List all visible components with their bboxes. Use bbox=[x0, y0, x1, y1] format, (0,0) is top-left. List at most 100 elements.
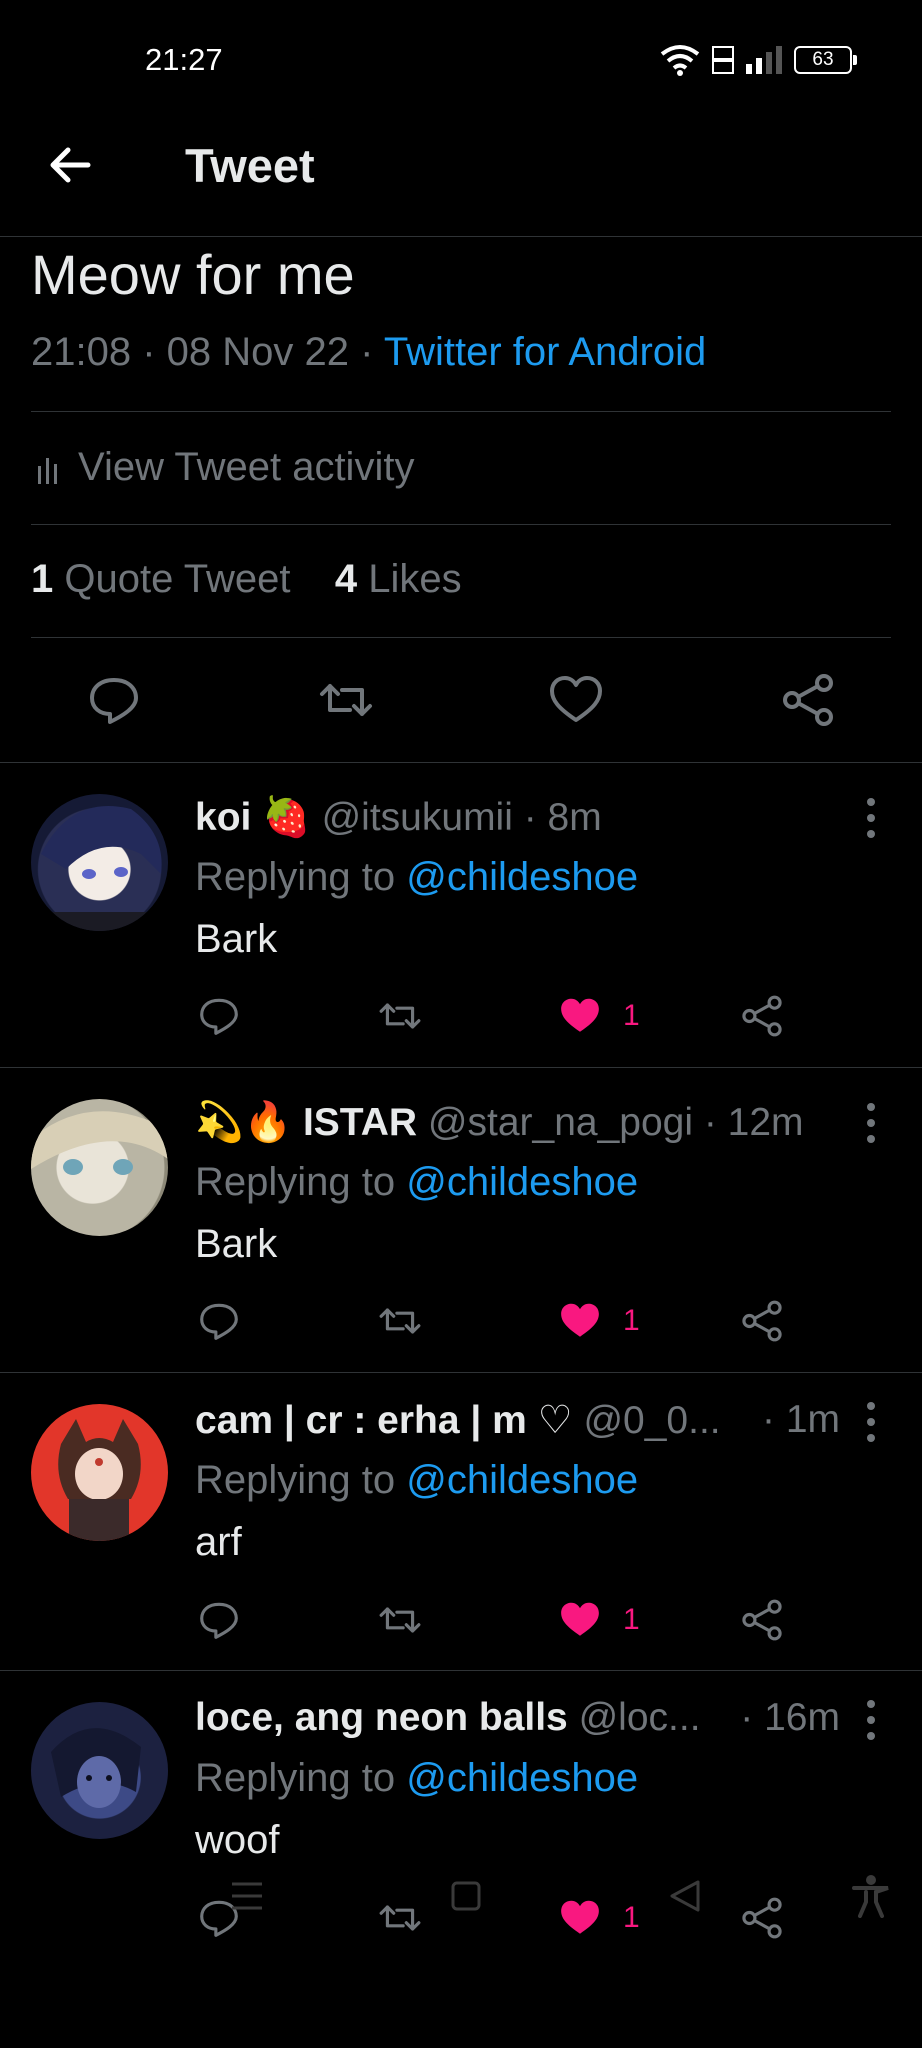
page-title: Tweet bbox=[185, 139, 315, 192]
reply-author: 💫🔥 ISTAR @star_na_pogi · 12m bbox=[195, 1099, 804, 1145]
battery-indicator: 63 bbox=[794, 46, 857, 74]
like-icon[interactable] bbox=[548, 672, 604, 728]
status-bar: 21:27 63 bbox=[0, 0, 922, 120]
user-handle[interactable]: @loc... bbox=[579, 1696, 701, 1739]
status-time: 21:27 bbox=[145, 42, 223, 77]
reply-icon[interactable] bbox=[197, 1598, 241, 1642]
like-count: 1 bbox=[623, 1603, 640, 1636]
like-count: 1 bbox=[623, 1304, 640, 1337]
display-name[interactable]: loce, ang neon balls bbox=[195, 1696, 568, 1739]
display-name[interactable]: 💫🔥 ISTAR bbox=[195, 1101, 417, 1144]
reply-author: loce, ang neon balls @loc... bbox=[195, 1696, 701, 1740]
reply-time: · 1m bbox=[762, 1398, 840, 1441]
view-tweet-activity[interactable]: View Tweet activity bbox=[38, 445, 414, 490]
reply-text: woof bbox=[195, 1818, 280, 1862]
like-icon[interactable] bbox=[558, 994, 602, 1038]
replying-to: Replying to @childeshoe bbox=[195, 1160, 638, 1205]
volte-icon bbox=[712, 45, 734, 75]
reply-icon[interactable] bbox=[197, 994, 241, 1038]
like-icon[interactable] bbox=[558, 1896, 602, 1940]
user-handle[interactable]: @star_na_pogi bbox=[428, 1101, 693, 1144]
divider bbox=[31, 411, 891, 412]
user-handle[interactable]: @0_0... bbox=[583, 1399, 720, 1442]
tweet-time: 21:08 bbox=[31, 330, 132, 374]
avatar[interactable] bbox=[31, 1702, 168, 1839]
display-name[interactable]: cam | cr : erha | m ♡ bbox=[195, 1399, 573, 1442]
display-name[interactable]: koi 🍓 bbox=[195, 796, 311, 839]
status-icons: 63 bbox=[660, 44, 857, 76]
likes-label: Likes bbox=[368, 557, 462, 601]
tweet-stats: 1 Quote Tweet 4 Likes bbox=[31, 557, 462, 602]
header-divider bbox=[0, 236, 922, 237]
back-triangle-icon[interactable] bbox=[668, 1879, 702, 1913]
share-icon[interactable] bbox=[780, 672, 836, 728]
replying-to-handle[interactable]: @childeshoe bbox=[406, 855, 638, 899]
more-icon[interactable] bbox=[864, 1698, 878, 1742]
reply-text: Bark bbox=[195, 917, 278, 961]
retweet-icon[interactable] bbox=[378, 1598, 422, 1642]
avatar[interactable] bbox=[31, 1099, 168, 1236]
reply-icon[interactable] bbox=[197, 1299, 241, 1343]
reply-time: · 8m bbox=[523, 796, 602, 839]
reply-text: arf bbox=[195, 1520, 242, 1564]
more-icon[interactable] bbox=[864, 1400, 878, 1444]
reply-author: koi 🍓 @itsukumii · 8m bbox=[195, 794, 602, 840]
replying-prefix: Replying to bbox=[195, 1756, 396, 1800]
avatar[interactable] bbox=[31, 794, 168, 931]
reply-text: Bark bbox=[195, 1222, 278, 1266]
activity-label: View Tweet activity bbox=[78, 445, 415, 489]
quote-tweet-stat[interactable]: 1 Quote Tweet bbox=[31, 557, 290, 601]
likes-stat[interactable]: 4 Likes bbox=[335, 557, 462, 601]
quote-count: 1 bbox=[31, 557, 54, 601]
like-count: 1 bbox=[623, 999, 640, 1032]
accessibility-icon[interactable] bbox=[852, 1874, 890, 1918]
divider bbox=[31, 524, 891, 525]
menu-icon[interactable] bbox=[230, 1880, 264, 1912]
reply-item[interactable]: 💫🔥 ISTAR @star_na_pogi · 12m Replying to… bbox=[0, 1067, 922, 1372]
share-icon[interactable] bbox=[740, 1598, 784, 1642]
retweet-icon[interactable] bbox=[378, 1896, 422, 1940]
avatar[interactable] bbox=[31, 1404, 168, 1541]
replying-to: Replying to @childeshoe bbox=[195, 1458, 638, 1503]
back-arrow-icon[interactable] bbox=[46, 141, 94, 189]
replying-prefix: Replying to bbox=[195, 1458, 396, 1502]
reply-time: · 16m bbox=[740, 1696, 840, 1739]
reply-item[interactable]: koi 🍓 @itsukumii · 8m Replying to @child… bbox=[0, 762, 922, 1067]
reply-time: · 12m bbox=[703, 1101, 804, 1144]
share-icon[interactable] bbox=[740, 1896, 784, 1940]
retweet-icon[interactable] bbox=[378, 1299, 422, 1343]
replying-to-handle[interactable]: @childeshoe bbox=[406, 1160, 638, 1204]
replying-prefix: Replying to bbox=[195, 855, 396, 899]
meta-separator: · bbox=[142, 330, 167, 374]
more-icon[interactable] bbox=[864, 1101, 878, 1145]
quote-label: Quote Tweet bbox=[64, 557, 291, 601]
wifi-icon bbox=[660, 44, 700, 76]
replying-to: Replying to @childeshoe bbox=[195, 1756, 638, 1801]
meta-separator: · bbox=[360, 330, 384, 374]
replying-to-handle[interactable]: @childeshoe bbox=[406, 1458, 638, 1502]
reply-author: cam | cr : erha | m ♡ @0_0... bbox=[195, 1398, 721, 1443]
more-icon[interactable] bbox=[864, 796, 878, 840]
user-handle[interactable]: @itsukumii bbox=[322, 796, 513, 839]
like-count: 1 bbox=[623, 1901, 640, 1934]
signal-icon bbox=[746, 46, 782, 74]
divider bbox=[31, 637, 891, 638]
replying-prefix: Replying to bbox=[195, 1160, 396, 1204]
reply-icon[interactable] bbox=[86, 672, 142, 728]
share-icon[interactable] bbox=[740, 1299, 784, 1343]
home-icon[interactable] bbox=[450, 1880, 482, 1912]
replying-to: Replying to @childeshoe bbox=[195, 855, 638, 900]
tweet-text: Meow for me bbox=[31, 243, 355, 306]
reply-item[interactable]: cam | cr : erha | m ♡ @0_0... · 1m Reply… bbox=[0, 1372, 922, 1670]
retweet-icon[interactable] bbox=[378, 994, 422, 1038]
tweet-source-link[interactable]: Twitter for Android bbox=[384, 330, 706, 374]
retweet-icon[interactable] bbox=[318, 672, 374, 728]
analytics-icon bbox=[38, 452, 64, 484]
tweet-date: 08 Nov 22 bbox=[166, 330, 350, 374]
share-icon[interactable] bbox=[740, 994, 784, 1038]
like-icon[interactable] bbox=[558, 1598, 602, 1642]
tweet-meta: 21:08 · 08 Nov 22 · Twitter for Android bbox=[31, 330, 706, 375]
likes-count: 4 bbox=[334, 557, 358, 601]
replying-to-handle[interactable]: @childeshoe bbox=[406, 1756, 638, 1800]
like-icon[interactable] bbox=[558, 1299, 602, 1343]
